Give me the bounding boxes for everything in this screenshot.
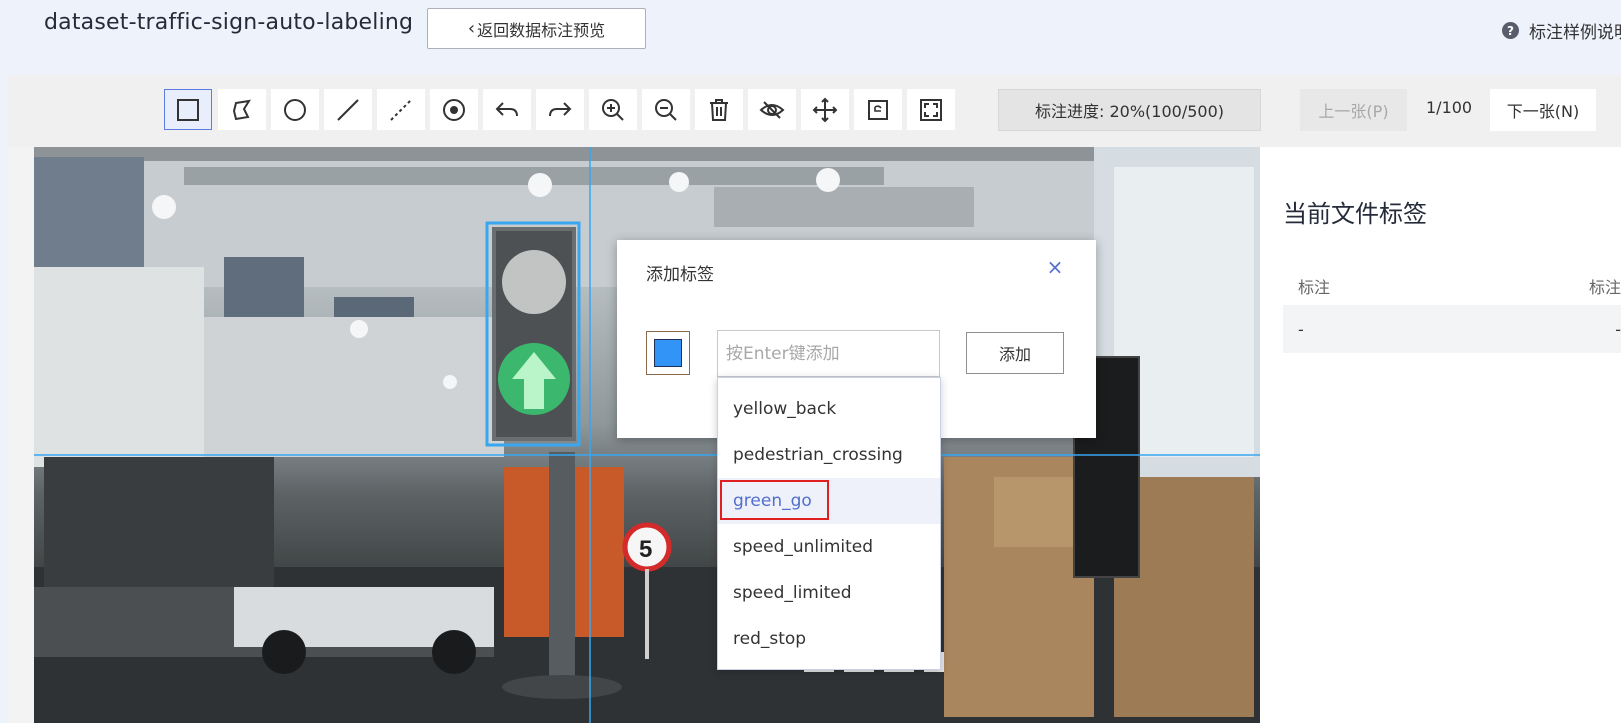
fullscreen-icon xyxy=(920,98,942,121)
redo-tool[interactable] xyxy=(536,89,584,130)
reset-icon xyxy=(868,99,888,120)
polygon-tool[interactable] xyxy=(218,89,266,130)
row-cell-label-2: - xyxy=(1615,319,1621,339)
next-image-button[interactable]: 下一张(N) xyxy=(1490,89,1596,131)
dashed-line-icon xyxy=(390,98,412,121)
line-tool[interactable] xyxy=(324,89,372,130)
chevron-left-icon: ‹ xyxy=(467,17,476,39)
line-icon xyxy=(337,98,359,121)
list-item-speed-unlimited[interactable]: speed_unlimited xyxy=(718,524,940,570)
list-item-speed-limited[interactable]: speed_limited xyxy=(718,570,940,616)
list-item-red-stop[interactable]: red_stop xyxy=(718,616,940,662)
panel-table-header: 标注 标注 xyxy=(1283,271,1621,301)
dataset-title: dataset-traffic-sign-auto-labeling xyxy=(44,10,414,35)
panel-col-label: 标注 xyxy=(1298,278,1331,297)
move-tool[interactable] xyxy=(801,89,849,130)
zoom-out-tool[interactable] xyxy=(642,89,690,130)
dashed-line-tool[interactable] xyxy=(377,89,425,130)
help-link[interactable]: ? 标注样例说明 xyxy=(1502,18,1621,43)
point-tool[interactable] xyxy=(430,89,478,130)
circle-tool[interactable] xyxy=(271,89,319,130)
move-icon xyxy=(812,97,838,122)
reset-tool[interactable] xyxy=(854,89,902,130)
list-item-pedestrian-crossing[interactable]: pedestrian_crossing xyxy=(718,432,940,478)
rectangle-icon xyxy=(177,98,199,121)
zoom-out-icon xyxy=(655,98,677,121)
color-swatch xyxy=(654,339,682,367)
list-item-yellow-back[interactable]: yellow_back xyxy=(718,386,940,432)
fullscreen-tool[interactable] xyxy=(907,89,955,130)
panel-col-label-2: 标注 xyxy=(1588,278,1621,297)
prev-image-button[interactable]: 上一张(P) xyxy=(1300,89,1407,131)
label-name-input[interactable] xyxy=(717,330,940,377)
zoom-in-icon xyxy=(602,98,624,121)
highlight-box xyxy=(720,480,829,520)
delete-tool[interactable] xyxy=(695,89,743,130)
circle-icon xyxy=(284,98,306,121)
label-panel: 当前文件标签 标注 标注 - - xyxy=(1260,147,1621,723)
list-item-green-go[interactable]: green_go xyxy=(718,478,940,524)
close-icon[interactable]: × xyxy=(1044,255,1066,279)
row-cell-label: - xyxy=(1298,319,1304,339)
rectangle-tool[interactable] xyxy=(164,89,212,130)
question-icon: ? xyxy=(1502,22,1519,39)
redo-icon xyxy=(549,101,572,116)
color-picker-button[interactable] xyxy=(646,331,690,375)
undo-tool[interactable] xyxy=(483,89,531,130)
point-icon xyxy=(443,98,465,121)
label-suggestion-list: yellow_back pedestrian_crossing green_go… xyxy=(717,377,941,670)
panel-title: 当前文件标签 xyxy=(1283,200,1427,228)
help-label: 标注样例说明 xyxy=(1529,23,1621,43)
dialog-title: 添加标签 xyxy=(646,265,714,285)
back-button-label: 返回数据标注预览 xyxy=(477,20,606,40)
undo-icon xyxy=(495,101,518,116)
hide-tool[interactable] xyxy=(748,89,796,130)
zoom-in-tool[interactable] xyxy=(589,89,637,130)
page-indicator: 1/100 xyxy=(1426,98,1473,117)
back-to-preview-button[interactable]: ‹ 返回数据标注预览 xyxy=(427,8,646,49)
table-row: - - xyxy=(1283,305,1621,353)
labeling-progress: 标注进度: 20%(100/500) xyxy=(998,89,1261,131)
trash-icon xyxy=(710,98,728,121)
speed-sign-text: 5 xyxy=(639,536,652,563)
polygon-icon xyxy=(232,99,252,120)
add-label-button[interactable]: 添加 xyxy=(966,332,1064,374)
canvas-gutter xyxy=(8,147,34,723)
eye-off-icon xyxy=(759,100,785,119)
